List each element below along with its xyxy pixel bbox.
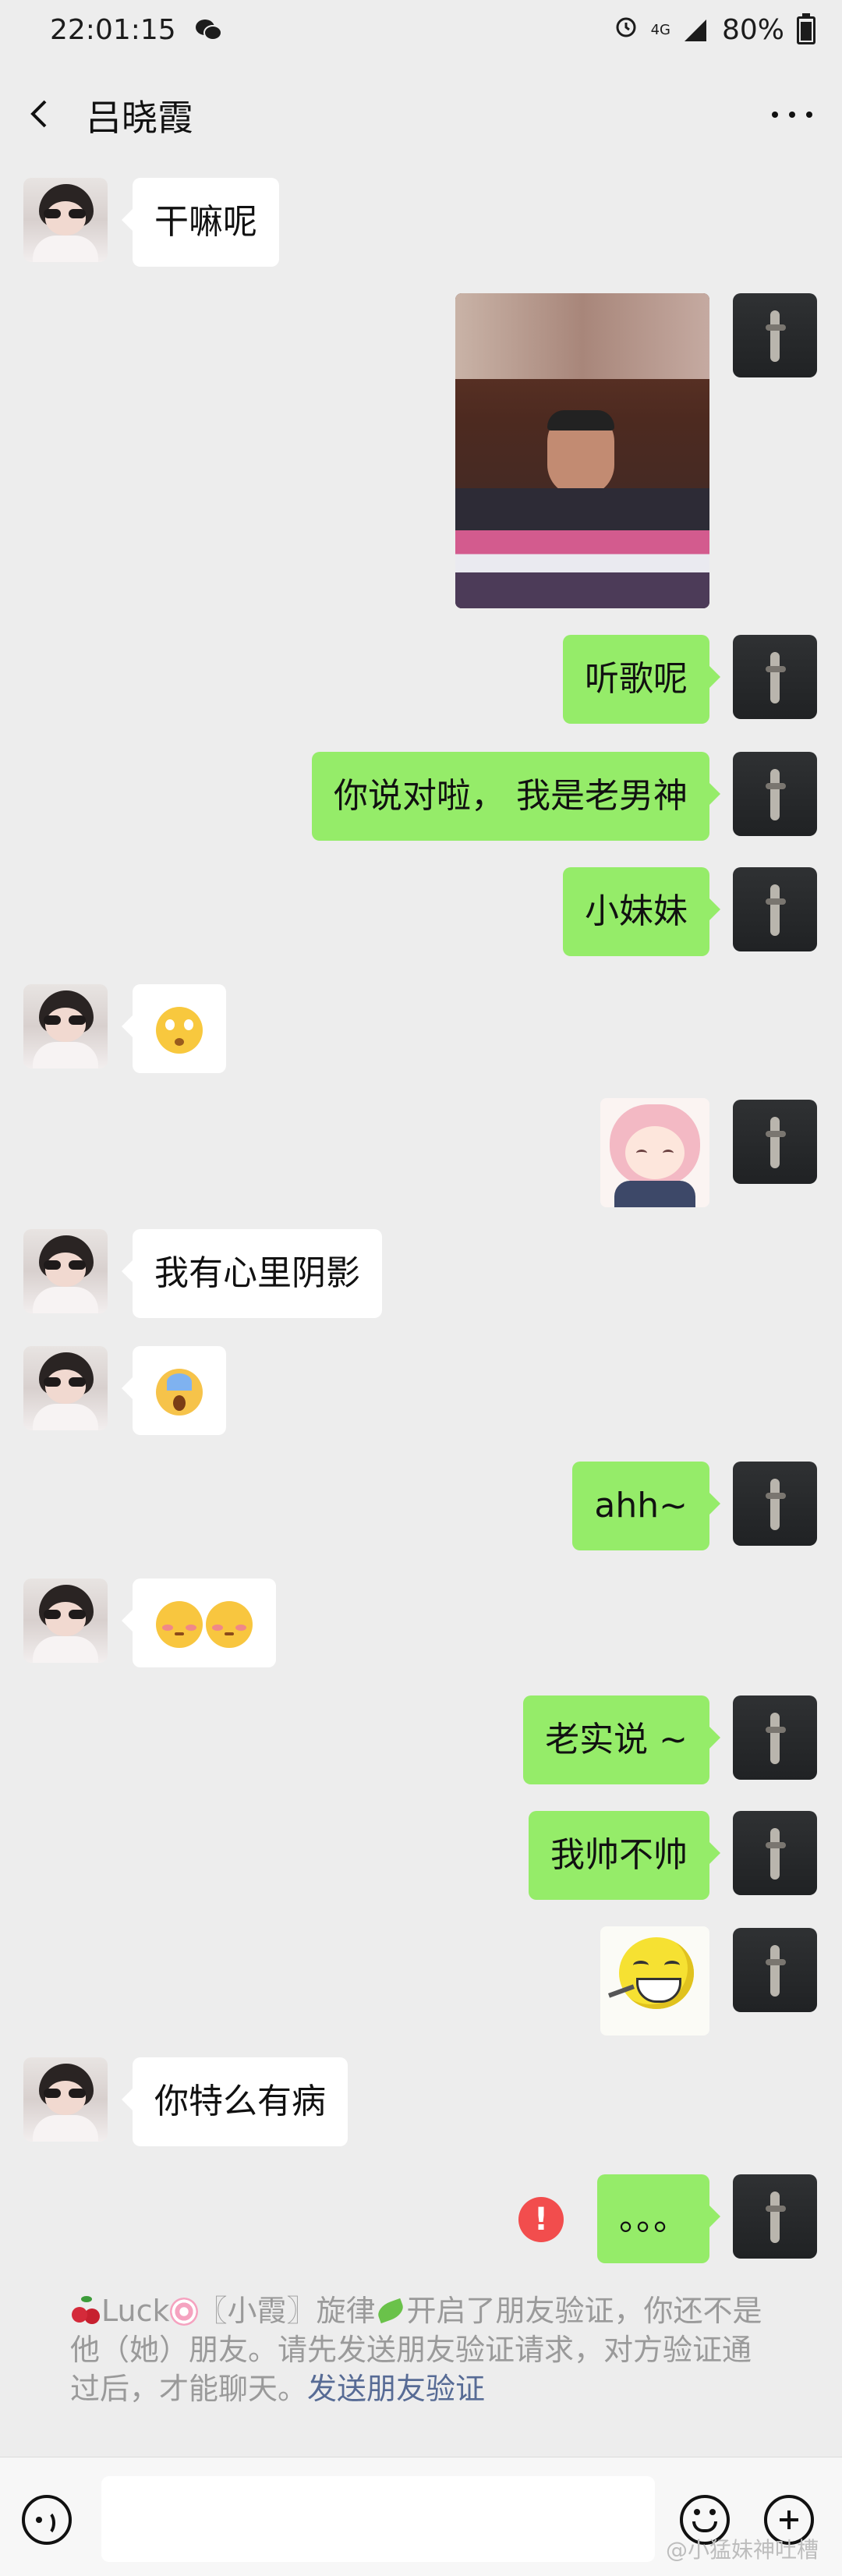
message-bubble-incoming[interactable] xyxy=(122,1346,226,1435)
notice-name-part1: Luck xyxy=(101,2294,170,2328)
message-bubble-incoming[interactable]: 干嘛呢 xyxy=(122,178,279,267)
alarm-icon xyxy=(614,14,639,46)
contact-avatar[interactable] xyxy=(23,2057,108,2142)
my-avatar[interactable] xyxy=(733,752,817,836)
photo-message[interactable] xyxy=(455,293,709,608)
chevron-left-icon[interactable] xyxy=(22,90,61,137)
battery-percent: 80% xyxy=(721,14,784,46)
sticker-message[interactable] xyxy=(600,1926,709,2036)
message-bubble-outgoing[interactable]: 我帅不帅 xyxy=(529,1811,720,1900)
contact-avatar[interactable] xyxy=(23,178,108,262)
battery-icon xyxy=(797,12,815,44)
network-type: 4G xyxy=(650,21,670,38)
shy-face-emoji xyxy=(206,1601,253,1648)
contact-name: 吕晓霞 xyxy=(86,97,193,139)
more-dots-icon[interactable] xyxy=(766,90,820,137)
message-bubble-outgoing[interactable]: 小妹妹 xyxy=(563,867,720,956)
my-avatar[interactable] xyxy=(733,635,817,719)
message-bubble-outgoing[interactable]: 。。。 xyxy=(597,2174,720,2263)
error-icon[interactable]: ! xyxy=(518,2197,564,2242)
message-bubble-incoming[interactable] xyxy=(122,1579,276,1667)
message-bubble-incoming[interactable]: 我有心里阴影 xyxy=(122,1229,382,1318)
contact-avatar[interactable] xyxy=(23,1229,108,1313)
scream-face-emoji xyxy=(156,1369,203,1416)
notice-name-part2: 〖小霞〗旋律 xyxy=(197,2294,376,2328)
contact-avatar[interactable] xyxy=(23,984,108,1068)
message-bubble-incoming[interactable]: 你特么有病 xyxy=(122,2057,348,2146)
cherry-emoji xyxy=(70,2294,101,2326)
message-bubble-incoming[interactable] xyxy=(122,984,226,1073)
wechat-icon xyxy=(195,17,223,49)
message-bubble-outgoing[interactable]: 老实说 ~ xyxy=(523,1695,720,1784)
contact-avatar[interactable] xyxy=(23,1346,108,1430)
lollipop-emoji xyxy=(169,2298,198,2326)
contact-avatar[interactable] xyxy=(23,1579,108,1663)
message-bubble-outgoing[interactable]: ahh~ xyxy=(572,1462,720,1550)
message-bubble-outgoing[interactable]: 听歌呢 xyxy=(563,635,720,724)
message-input[interactable] xyxy=(101,2476,655,2562)
my-avatar[interactable] xyxy=(733,1811,817,1895)
voice-icon[interactable] xyxy=(22,2495,72,2545)
send-verification-link[interactable]: 发送朋友验证 xyxy=(307,2372,485,2406)
status-bar: 22:01:15 4G 80% xyxy=(0,0,842,62)
my-avatar[interactable] xyxy=(733,1462,817,1546)
system-notice: Luck 〖小霞〗旋律 开启了朋友验证，你还不是他（她）朋友。请先发送朋友验证请求，… xyxy=(70,2291,772,2408)
my-avatar[interactable] xyxy=(733,867,817,951)
watermark: @小猛妹神吐槽 xyxy=(665,2537,819,2563)
flushed-face-emoji xyxy=(156,1007,203,1054)
status-time: 22:01:15 xyxy=(50,14,176,46)
my-avatar[interactable] xyxy=(733,2174,817,2259)
leaf-emoji xyxy=(376,2298,407,2326)
shy-face-emoji xyxy=(156,1601,203,1648)
chat-header: 吕晓霞 xyxy=(0,62,842,164)
message-bubble-outgoing[interactable]: 你说对啦， 我是老男神 xyxy=(312,752,720,841)
my-avatar[interactable] xyxy=(733,1928,817,2012)
signal-icon xyxy=(683,18,709,43)
my-avatar[interactable] xyxy=(733,1100,817,1184)
sticker-message[interactable] xyxy=(600,1098,709,1207)
my-avatar[interactable] xyxy=(733,1695,817,1780)
my-avatar[interactable] xyxy=(733,293,817,377)
